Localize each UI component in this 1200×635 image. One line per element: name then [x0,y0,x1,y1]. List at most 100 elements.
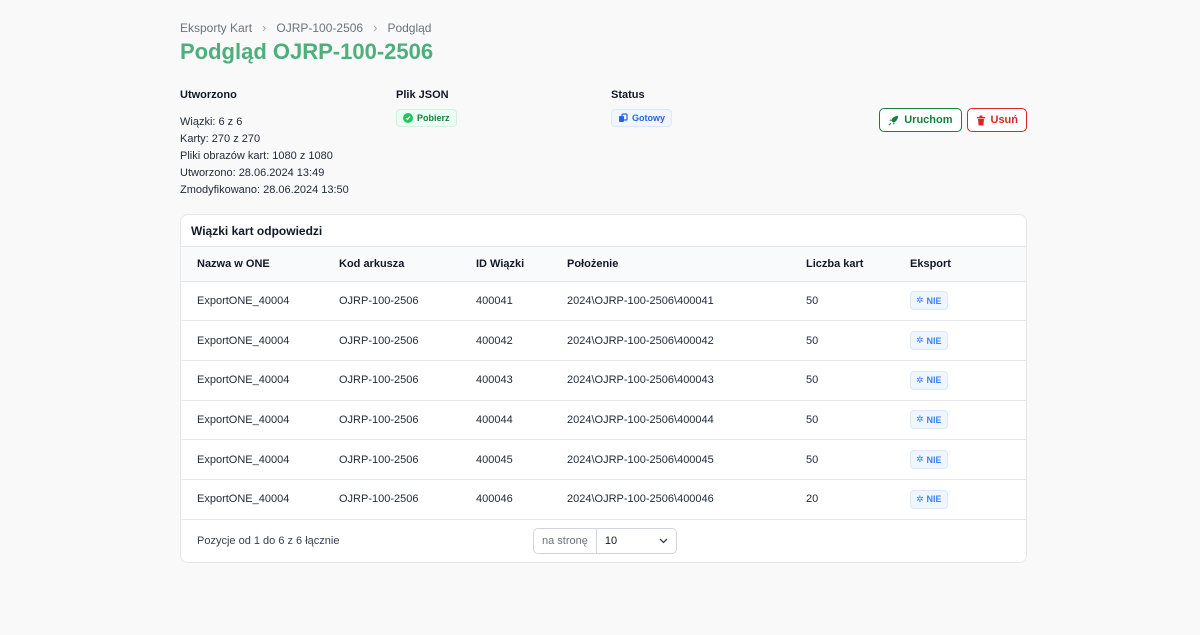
export-badge: ✲ NIE [910,331,948,351]
cell-location: 2024\OJRP-100-2506\400046 [567,479,806,520]
per-page-value: 10 [604,534,618,547]
cell-sheet-code: OJRP-100-2506 [339,360,476,401]
actions: Uruchom Usuń [879,108,1027,132]
meta-created-label: Utworzono [180,89,237,101]
trash-icon [976,115,985,125]
snowflake-icon: ✲ [916,414,924,425]
cell-export: ✲ NIE [910,360,1026,401]
cell-card-count: 50 [806,320,910,361]
export-status: NIE [926,335,942,346]
cell-name: ExportONE_40004 [181,439,339,480]
delete-button-label: Usuń [990,114,1019,126]
export-status: NIE [926,494,942,505]
table-footer: Pozycje od 1 do 6 z 6 łącznie na stronę … [181,520,1026,562]
chevron-right-icon: › [373,20,378,35]
export-badge: ✲ NIE [910,370,948,390]
cell-bundle-id: 400044 [476,400,567,441]
export-badge: ✲ NIE [910,410,948,430]
bundles-card: Wiązki kart odpowiedzi Nazwa w ONE Kod a… [180,214,1027,563]
meta-created: Utworzono Wiązki: 6 z 6 Karty: 270 z 270… [180,89,349,199]
rocket-icon [888,115,899,125]
cell-export: ✲ NIE [910,400,1026,441]
cell-bundle-id: 400045 [476,439,567,480]
snowflake-icon: ✲ [916,454,924,465]
cell-name: ExportONE_40004 [181,400,339,441]
table-header-row: Nazwa w ONE Kod arkusza ID Wiązki Położe… [181,247,1026,282]
cell-export: ✲ NIE [910,320,1026,361]
breadcrumb: Eksporty Kart › OJRP-100-2506 › Podgląd [180,20,431,35]
cell-sheet-code: OJRP-100-2506 [339,439,476,480]
cell-card-count: 50 [806,439,910,480]
export-badge: ✲ NIE [910,291,948,311]
snowflake-icon: ✲ [916,295,924,306]
column-header-bundle-id: ID Wiązki [476,247,567,282]
cell-location: 2024\OJRP-100-2506\400043 [567,360,806,401]
meta-json: Plik JSON Pobierz [396,89,457,127]
cell-location: 2024\OJRP-100-2506\400041 [567,281,806,322]
export-badge: ✲ NIE [910,489,948,509]
status-label: Gotowy [632,113,665,123]
cell-bundle-id: 400043 [476,360,567,401]
per-page-label: na stronę [534,528,597,553]
column-header-card-count: Liczba kart [806,247,910,282]
column-header-export: Eksport [910,247,1026,282]
snowflake-icon: ✲ [916,374,924,385]
table-row[interactable]: ExportONE_40004 OJRP-100-2506 400045 202… [181,439,1026,480]
table-row[interactable]: ExportONE_40004 OJRP-100-2506 400044 202… [181,400,1026,441]
chevron-right-icon: › [262,20,267,35]
pagination-summary: Pozycje od 1 do 6 z 6 łącznie [197,534,340,547]
snowflake-icon: ✲ [916,335,924,346]
column-header-sheet-code: Kod arkusza [339,247,476,282]
cell-bundle-id: 400041 [476,281,567,322]
table-row[interactable]: ExportONE_40004 OJRP-100-2506 400046 202… [181,479,1026,520]
cell-location: 2024\OJRP-100-2506\400045 [567,439,806,480]
cell-export: ✲ NIE [910,281,1026,322]
snowflake-icon: ✲ [916,493,924,504]
export-status: NIE [926,454,942,465]
cell-location: 2024\OJRP-100-2506\400044 [567,400,806,441]
export-badge: ✲ NIE [910,450,948,470]
column-header-location: Położenie [567,247,806,282]
table-row[interactable]: ExportONE_40004 OJRP-100-2506 400042 202… [181,320,1026,361]
json-download-badge[interactable]: Pobierz [396,109,457,127]
cell-export: ✲ NIE [910,439,1026,480]
cell-location: 2024\OJRP-100-2506\400042 [567,320,806,361]
meta-bundles: Wiązki: 6 z 6 [180,116,243,128]
cell-name: ExportONE_40004 [181,281,339,322]
cell-name: ExportONE_40004 [181,320,339,361]
meta-status-label: Status [611,89,645,101]
check-circle-icon [403,113,413,123]
meta-modified-at: Zmodyfikowano: 28.06.2024 13:50 [180,184,349,196]
status-badge: Gotowy [611,109,672,127]
per-page-select[interactable]: 10 [596,528,676,553]
cell-bundle-id: 400042 [476,320,567,361]
cell-bundle-id: 400046 [476,479,567,520]
bundles-table: Nazwa w ONE Kod arkusza ID Wiązki Położe… [181,247,1026,520]
cell-card-count: 50 [806,360,910,401]
breadcrumb-item-exports[interactable]: Eksporty Kart [180,21,252,35]
cell-card-count: 50 [806,281,910,322]
cell-sheet-code: OJRP-100-2506 [339,400,476,441]
cell-sheet-code: OJRP-100-2506 [339,281,476,322]
export-status: NIE [926,295,942,306]
breadcrumb-item-current: Podgląd [387,20,432,35]
card-title: Wiązki kart odpowiedzi [181,215,1026,247]
table-row[interactable]: ExportONE_40004 OJRP-100-2506 400041 202… [181,281,1026,322]
meta-json-label: Plik JSON [396,89,449,101]
delete-button[interactable]: Usuń [966,108,1027,132]
cell-name: ExportONE_40004 [181,360,339,401]
run-button[interactable]: Uruchom [879,108,962,132]
column-header-name: Nazwa w ONE [181,247,339,282]
cell-sheet-code: OJRP-100-2506 [339,320,476,361]
meta-cards: Karty: 270 z 270 [180,133,261,145]
breadcrumb-item-export[interactable]: OJRP-100-2506 [276,21,363,35]
cell-export: ✲ NIE [910,479,1026,520]
meta-status: Status Gotowy [611,89,672,127]
meta-created-at: Utworzono: 28.06.2024 13:49 [180,167,325,179]
table-row[interactable]: ExportONE_40004 OJRP-100-2506 400043 202… [181,360,1026,401]
cell-card-count: 50 [806,400,910,441]
per-page-control: na stronę 10 [533,527,677,554]
meta-image-files: Pliki obrazów kart: 1080 z 1080 [180,150,333,162]
page-title: Podgląd OJRP-100-2506 [180,39,434,64]
cell-sheet-code: OJRP-100-2506 [339,479,476,520]
